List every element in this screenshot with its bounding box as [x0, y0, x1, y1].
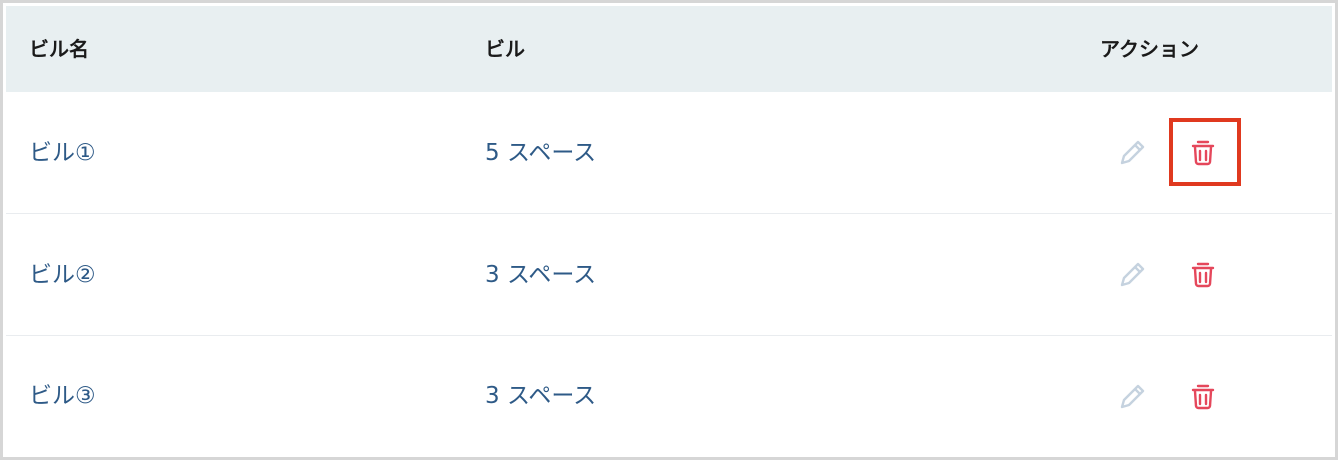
pencil-icon: [1120, 262, 1145, 287]
edit-button[interactable]: [1114, 379, 1150, 415]
trash-icon: [1191, 384, 1215, 410]
building-name-link[interactable]: ビル①: [29, 92, 96, 214]
delete-button[interactable]: [1185, 135, 1221, 171]
header-building-name: ビル名: [29, 37, 89, 61]
table-header: ビル名 ビル アクション: [6, 6, 1332, 92]
delete-button[interactable]: [1185, 257, 1221, 293]
pencil-icon: [1120, 384, 1145, 409]
header-action: アクション: [1100, 37, 1199, 61]
space-count-link[interactable]: 5 スペース: [485, 92, 596, 214]
edit-button[interactable]: [1114, 135, 1150, 171]
table-row: ビル① 5 スペース: [6, 92, 1332, 214]
building-table: ビル名 ビル アクション ビル① 5 スペース ビル② 3 スペース ビル③ 3…: [6, 6, 1332, 457]
trash-icon: [1191, 140, 1215, 166]
building-name-link[interactable]: ビル②: [29, 214, 96, 336]
space-count-link[interactable]: 3 スペース: [485, 214, 596, 336]
table-row: ビル② 3 スペース: [6, 214, 1332, 336]
space-count-link[interactable]: 3 スペース: [485, 336, 596, 457]
table-frame: ビル名 ビル アクション ビル① 5 スペース ビル② 3 スペース ビル③ 3…: [0, 0, 1338, 460]
table-row: ビル③ 3 スペース: [6, 336, 1332, 457]
building-name-link[interactable]: ビル③: [29, 336, 96, 457]
trash-icon: [1191, 262, 1215, 288]
pencil-icon: [1120, 140, 1145, 165]
header-building: ビル: [485, 37, 525, 61]
delete-button[interactable]: [1185, 379, 1221, 415]
edit-button[interactable]: [1114, 257, 1150, 293]
